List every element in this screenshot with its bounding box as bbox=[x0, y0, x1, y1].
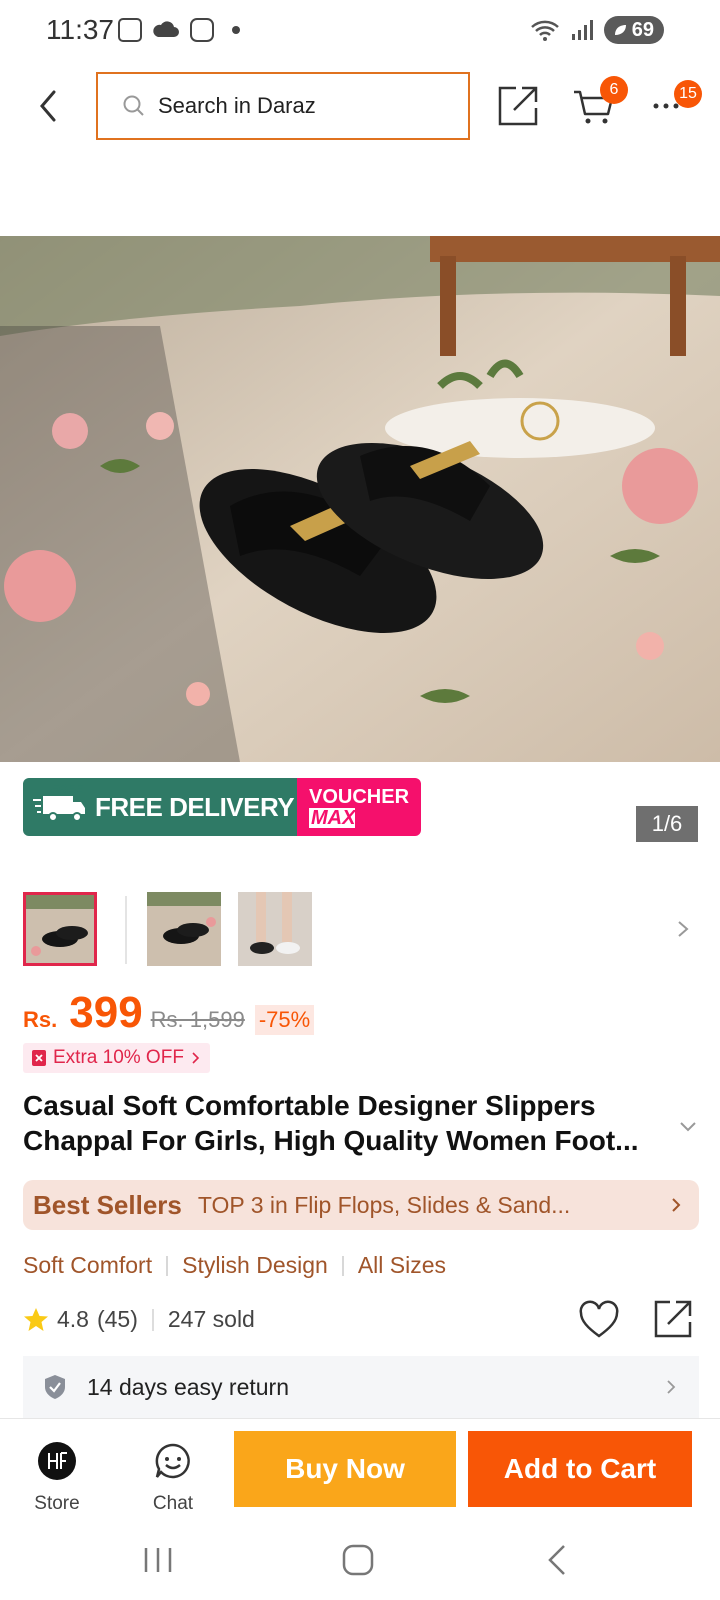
home-icon[interactable] bbox=[338, 1542, 378, 1578]
battery-saver-icon bbox=[614, 25, 626, 35]
store-logo-icon bbox=[38, 1442, 76, 1480]
cart-count-badge: 6 bbox=[600, 76, 628, 104]
feature-tags: Soft Comfort Stylish Design All Sizes bbox=[23, 1252, 446, 1279]
instagram-icon bbox=[190, 18, 214, 42]
product-photo bbox=[0, 236, 720, 762]
return-policy-row[interactable]: 14 days easy return bbox=[23, 1356, 699, 1418]
search-bar[interactable] bbox=[96, 72, 470, 140]
bottom-action-bar: Store Chat Buy Now Add to Cart bbox=[0, 1418, 720, 1518]
search-input[interactable] bbox=[158, 93, 438, 119]
free-delivery-text: FREE DELIVERY bbox=[95, 791, 295, 822]
thumbnail-divider bbox=[125, 896, 127, 964]
feature-all-sizes: All Sizes bbox=[357, 1252, 447, 1278]
wishlist-heart-icon[interactable] bbox=[578, 1300, 620, 1340]
feature-divider bbox=[166, 1255, 169, 1276]
price-row: Rs. 399 Rs. 1,599 -75% bbox=[23, 988, 315, 1038]
cart-button[interactable]: 6 bbox=[572, 76, 628, 128]
best-sellers-label: Best Sellers bbox=[33, 1189, 182, 1220]
thumbnail-2[interactable] bbox=[147, 892, 221, 966]
return-policy-text: 14 days easy return bbox=[87, 1373, 290, 1400]
extra-off-voucher[interactable]: Extra 10% OFF bbox=[23, 1043, 210, 1073]
rating-score: 4.8 bbox=[57, 1306, 89, 1332]
store-button[interactable]: Store bbox=[22, 1441, 92, 1515]
battery-level: 69 bbox=[631, 18, 654, 41]
best-sellers-banner[interactable]: Best Sellers TOP 3 in Flip Flops, Slides… bbox=[23, 1180, 699, 1230]
store-label: Store bbox=[34, 1493, 80, 1514]
chat-label: Chat bbox=[152, 1493, 194, 1514]
product-image[interactable] bbox=[0, 236, 720, 762]
signal-icon bbox=[571, 20, 593, 40]
chat-button[interactable]: Chat bbox=[138, 1441, 208, 1515]
add-to-cart-button[interactable]: Add to Cart bbox=[468, 1431, 692, 1507]
screenshot-icon bbox=[118, 18, 142, 42]
sold-count: 247 sold bbox=[167, 1306, 255, 1332]
rating-divider bbox=[151, 1308, 154, 1331]
expand-title-icon[interactable] bbox=[676, 1114, 700, 1138]
thumbnail-3[interactable] bbox=[238, 892, 312, 966]
system-navigation-bar bbox=[0, 1518, 720, 1600]
discount-badge: -75% bbox=[254, 1005, 315, 1035]
more-menu-button[interactable]: 15 bbox=[652, 80, 702, 120]
back-nav-icon[interactable] bbox=[538, 1542, 578, 1578]
product-title: Casual Soft Comfortable Designer Slipper… bbox=[23, 1090, 639, 1156]
original-price: Rs. 1,599 bbox=[150, 1007, 245, 1032]
star-icon bbox=[24, 1307, 48, 1331]
price-currency: Rs. bbox=[23, 1007, 58, 1032]
best-sellers-rank: TOP 3 in Flip Flops, Slides & Sand... bbox=[197, 1191, 571, 1218]
cloud-icon bbox=[153, 21, 179, 37]
status-notification-icons bbox=[118, 18, 240, 42]
share-icon[interactable] bbox=[496, 84, 540, 128]
battery-indicator: 69 bbox=[603, 16, 664, 44]
buy-now-button[interactable]: Buy Now bbox=[234, 1431, 456, 1507]
free-delivery-badge: FREE FREE DELIVERY bbox=[23, 778, 297, 836]
thumbnail-next-icon[interactable] bbox=[673, 914, 693, 944]
search-icon bbox=[123, 95, 144, 116]
rating-count: (45) bbox=[96, 1306, 138, 1332]
voucher-max-badge: VOUCHER MAX bbox=[297, 778, 421, 836]
feature-stylish-design: Stylish Design bbox=[182, 1252, 328, 1278]
notification-dot-icon bbox=[232, 26, 240, 34]
status-system-icons: 69 bbox=[530, 16, 664, 44]
feature-divider bbox=[341, 1255, 344, 1276]
chat-icon bbox=[155, 1443, 190, 1479]
voucher-icon bbox=[32, 1050, 46, 1066]
shield-check-icon bbox=[45, 1375, 65, 1399]
top-header: 6 15 bbox=[0, 70, 720, 142]
share-icon[interactable] bbox=[652, 1298, 694, 1340]
free-tag-text: FREE bbox=[51, 782, 84, 796]
wifi-icon bbox=[530, 20, 559, 41]
price-value: 399 bbox=[69, 988, 143, 1037]
voucher-max-text: MAX bbox=[309, 807, 356, 829]
promo-banner[interactable]: FREE FREE DELIVERY VOUCHER MAX bbox=[23, 778, 421, 836]
thumbnail-1[interactable] bbox=[23, 892, 97, 966]
feature-soft-comfort: Soft Comfort bbox=[23, 1252, 153, 1278]
extra-off-text: Extra 10% OFF bbox=[53, 1047, 184, 1068]
chevron-right-icon bbox=[667, 1380, 676, 1394]
status-bar: 11:37 69 bbox=[0, 0, 720, 62]
rating-row[interactable]: 4.8 (45) 247 sold bbox=[23, 1306, 255, 1333]
thumbnail-strip bbox=[23, 892, 699, 968]
message-count-badge: 15 bbox=[674, 80, 702, 108]
status-time: 11:37 bbox=[46, 14, 114, 45]
chevron-right-icon bbox=[192, 1052, 200, 1064]
image-counter: 1/6 bbox=[636, 806, 698, 842]
voucher-text: VOUCHER bbox=[309, 786, 410, 808]
back-arrow-icon[interactable] bbox=[30, 84, 70, 128]
recent-apps-icon[interactable] bbox=[138, 1542, 178, 1578]
chevron-right-icon bbox=[672, 1198, 681, 1212]
